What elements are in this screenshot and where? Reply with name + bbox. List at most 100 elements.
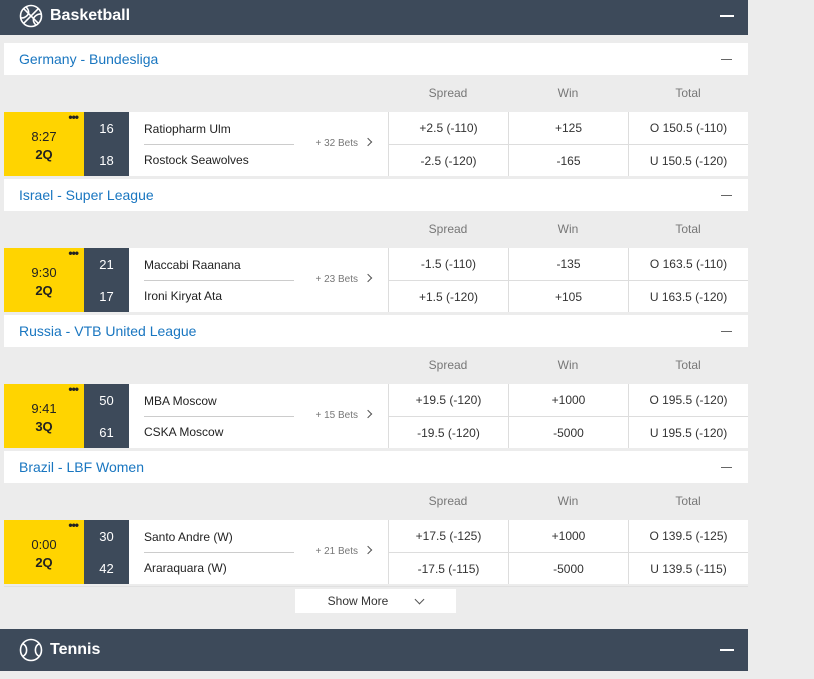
away-spread-odds[interactable]: -19.5 (-120) [388, 416, 508, 448]
game-period: 3Q [35, 419, 53, 434]
divider [144, 280, 294, 281]
home-team: Santo Andre (W) [144, 530, 233, 544]
event-teams[interactable]: Maccabi Raanana Ironi Kiryat Ata + 23 Be… [129, 248, 388, 312]
league-header[interactable]: Germany - Bundesliga [4, 43, 748, 75]
away-win-odds[interactable]: -5000 [508, 552, 628, 584]
league-section: Brazil - LBF Women Spread Win Total ••• … [4, 451, 748, 584]
event-row: ••• 9:30 2Q 21 17 Maccabi Raanana Ironi … [4, 247, 748, 312]
event-row: ••• 9:41 3Q 50 61 MBA Moscow CSKA Moscow… [4, 383, 748, 448]
sport-title: Basketball [50, 6, 131, 24]
divider [144, 416, 294, 417]
league-title[interactable]: Germany - Bundesliga [4, 51, 158, 67]
event-teams[interactable]: Santo Andre (W) Araraquara (W) + 21 Bets [129, 520, 388, 584]
column-headers: Spread Win Total [4, 211, 748, 248]
odds-grid: +17.5 (-125) +1000 O 139.5 (-125) -17.5 … [388, 520, 748, 584]
away-score: 18 [99, 152, 114, 168]
home-total-odds[interactable]: O 163.5 (-110) [628, 248, 748, 280]
game-clock[interactable]: ••• 9:30 2Q [4, 247, 84, 312]
league-section: Israel - Super League Spread Win Total •… [4, 179, 748, 312]
divider [144, 144, 294, 145]
more-options-icon[interactable]: ••• [68, 111, 79, 123]
league-section: Germany - Bundesliga Spread Win Total ••… [4, 43, 748, 176]
more-bets-link[interactable]: + 15 Bets [315, 410, 358, 421]
home-score: 21 [99, 256, 114, 272]
home-total-odds[interactable]: O 150.5 (-110) [628, 112, 748, 144]
more-bets-link[interactable]: + 21 Bets [315, 546, 358, 557]
home-spread-odds[interactable]: +19.5 (-120) [388, 384, 508, 416]
more-options-icon[interactable]: ••• [68, 519, 79, 531]
league-title[interactable]: Israel - Super League [4, 187, 154, 203]
home-total-odds[interactable]: O 195.5 (-120) [628, 384, 748, 416]
basketball-icon [18, 3, 44, 29]
tennis-header[interactable]: Tennis [0, 629, 748, 671]
home-total-odds[interactable]: O 139.5 (-125) [628, 520, 748, 552]
home-spread-odds[interactable]: +17.5 (-125) [388, 520, 508, 552]
chevron-down-icon [414, 594, 425, 604]
away-total-odds[interactable]: U 195.5 (-120) [628, 416, 748, 448]
away-score: 42 [99, 560, 114, 576]
chevron-right-icon [363, 409, 373, 419]
game-clock[interactable]: ••• 9:41 3Q [4, 383, 84, 448]
game-clock[interactable]: ••• 8:27 2Q [4, 111, 84, 176]
collapse-icon[interactable] [721, 466, 732, 468]
event-teams[interactable]: Ratiopharm Ulm Rostock Seawolves + 32 Be… [129, 112, 388, 176]
away-spread-odds[interactable]: +1.5 (-120) [388, 280, 508, 312]
away-total-odds[interactable]: U 163.5 (-120) [628, 280, 748, 312]
home-spread-odds[interactable]: +2.5 (-110) [388, 112, 508, 144]
column-headers: Spread Win Total [4, 347, 748, 384]
home-win-odds[interactable]: +1000 [508, 384, 628, 416]
home-win-odds[interactable]: +125 [508, 112, 628, 144]
league-title[interactable]: Russia - VTB United League [4, 323, 196, 339]
sport-title: Tennis [50, 641, 101, 658]
home-score: 16 [99, 120, 114, 136]
home-team: Ratiopharm Ulm [144, 122, 231, 136]
chevron-right-icon [363, 545, 373, 555]
game-time: 0:00 [31, 537, 57, 552]
divider [4, 586, 748, 587]
home-win-odds[interactable]: -135 [508, 248, 628, 280]
league-title[interactable]: Brazil - LBF Women [4, 459, 144, 475]
event-teams[interactable]: MBA Moscow CSKA Moscow + 15 Bets [129, 384, 388, 448]
away-win-odds[interactable]: -165 [508, 144, 628, 176]
game-clock[interactable]: ••• 0:00 2Q [4, 519, 84, 584]
away-spread-odds[interactable]: -17.5 (-115) [388, 552, 508, 584]
collapse-icon[interactable] [720, 14, 734, 17]
home-team: Maccabi Raanana [144, 258, 241, 272]
win-header: Win [557, 86, 579, 100]
league-header[interactable]: Brazil - LBF Women [4, 451, 748, 483]
away-win-odds[interactable]: +105 [508, 280, 628, 312]
basketball-header[interactable]: Basketball [0, 0, 748, 35]
total-header: Total [675, 358, 701, 372]
more-bets-link[interactable]: + 23 Bets [315, 274, 358, 285]
home-team: MBA Moscow [144, 394, 217, 408]
away-team: Araraquara (W) [144, 561, 227, 575]
collapse-icon[interactable] [721, 194, 732, 196]
home-spread-odds[interactable]: -1.5 (-110) [388, 248, 508, 280]
more-options-icon[interactable]: ••• [68, 247, 79, 259]
show-more-label: Show More [327, 594, 389, 608]
away-total-odds[interactable]: U 150.5 (-120) [628, 144, 748, 176]
home-score: 30 [99, 528, 114, 544]
collapse-icon[interactable] [721, 58, 732, 60]
home-win-odds[interactable]: +1000 [508, 520, 628, 552]
odds-grid: +2.5 (-110) +125 O 150.5 (-110) -2.5 (-1… [388, 112, 748, 176]
away-spread-odds[interactable]: -2.5 (-120) [388, 144, 508, 176]
tennis-ball-icon [18, 637, 44, 663]
league-header[interactable]: Russia - VTB United League [4, 315, 748, 347]
game-time: 9:41 [31, 401, 57, 416]
column-headers: Spread Win Total [4, 75, 748, 112]
win-header: Win [557, 494, 579, 508]
league-section: Russia - VTB United League Spread Win To… [4, 315, 748, 448]
game-period: 2Q [35, 147, 53, 162]
away-win-odds[interactable]: -5000 [508, 416, 628, 448]
more-bets-link[interactable]: + 32 Bets [315, 138, 358, 149]
more-options-icon[interactable]: ••• [68, 383, 79, 395]
league-header[interactable]: Israel - Super League [4, 179, 748, 211]
odds-grid: -1.5 (-110) -135 O 163.5 (-110) +1.5 (-1… [388, 248, 748, 312]
collapse-icon[interactable] [721, 330, 732, 332]
win-header: Win [557, 358, 579, 372]
divider [144, 552, 294, 553]
away-total-odds[interactable]: U 139.5 (-115) [628, 552, 748, 584]
show-more-button[interactable]: Show More [295, 589, 456, 613]
collapse-icon[interactable] [720, 649, 734, 651]
